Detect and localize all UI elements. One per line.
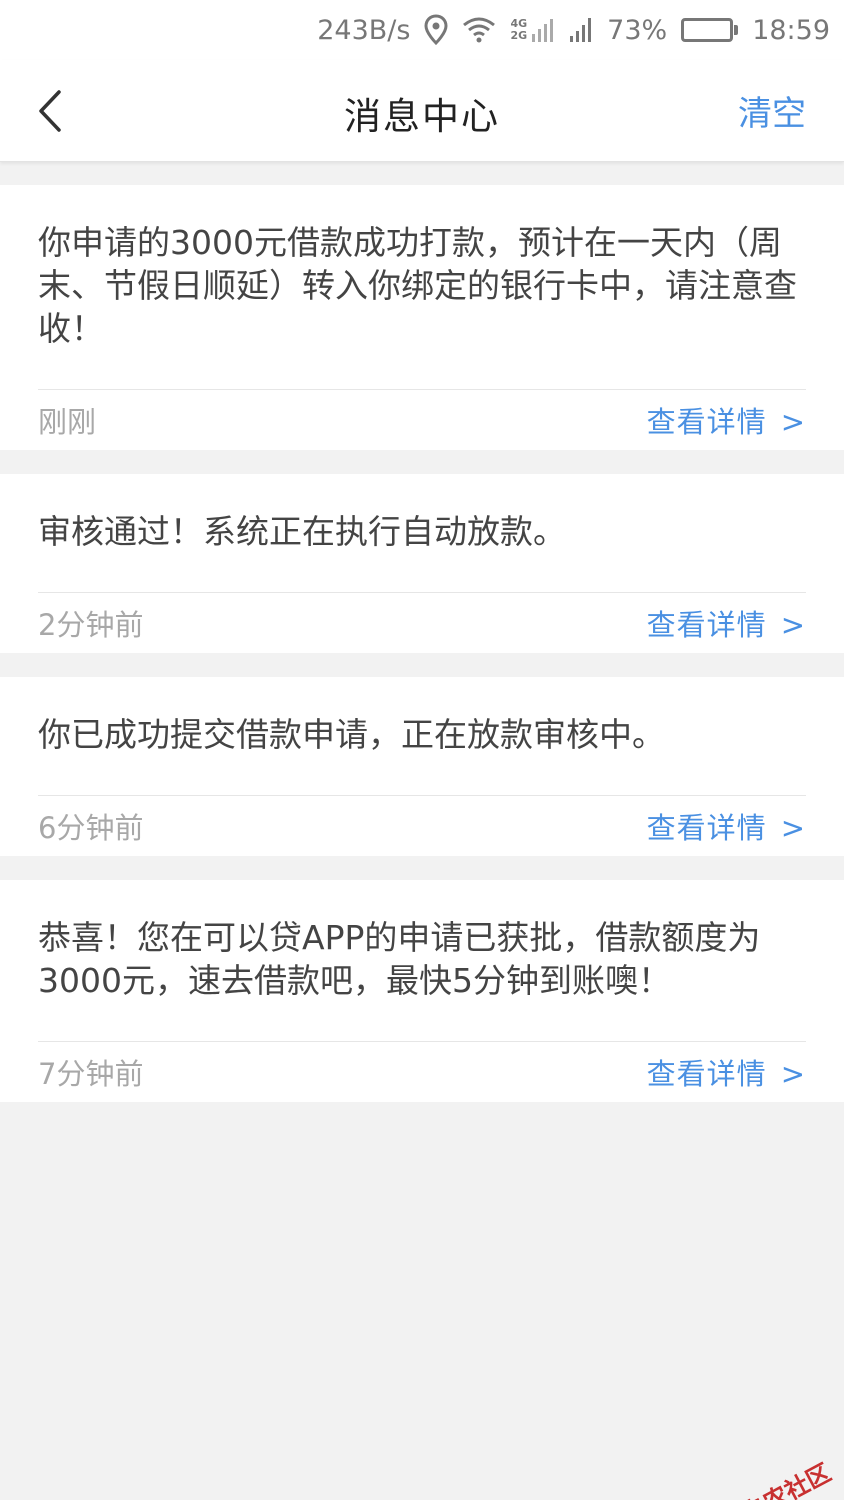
chevron-right-icon: > (780, 811, 806, 845)
view-details-label: 查看详情 (646, 608, 767, 642)
message-time: 6分钟前 (38, 811, 144, 845)
message-footer: 6分钟前 查看详情 > (38, 795, 806, 856)
chevron-right-icon: > (780, 1057, 806, 1091)
message-text: 你已成功提交借款申请，正在放款审核中。 (38, 715, 665, 754)
message-time: 2分钟前 (38, 608, 144, 642)
nav-bar: 消息中心 清空 (0, 60, 844, 162)
view-details-link[interactable]: 查看详情 > (647, 399, 806, 441)
status-bar: 243B/s 4G 2G 73% 18:59 (0, 0, 844, 60)
clock: 18:59 (752, 14, 830, 46)
network-badge-bottom: 2G (510, 29, 528, 42)
message-card: 恭喜！您在可以贷APP的申请已获批，借款额度为3000元，速去借款吧，最快5分钟… (0, 880, 844, 1102)
view-details-label: 查看详情 (646, 1057, 767, 1091)
wifi-icon (462, 16, 496, 44)
message-text: 恭喜！您在可以贷APP的申请已获批，借款额度为3000元，速去借款吧，最快5分钟… (38, 918, 761, 1000)
view-details-label: 查看详情 (646, 811, 767, 845)
watermark-logo: 卡农社区 (707, 1453, 836, 1500)
view-details-label: 查看详情 (646, 405, 767, 439)
net-speed: 243B/s (317, 14, 411, 46)
message-card: 你已成功提交借款申请，正在放款审核中。 6分钟前 查看详情 > (0, 677, 844, 856)
location-icon (424, 14, 448, 46)
chevron-right-icon: > (780, 405, 806, 439)
battery-percent: 73% (607, 14, 668, 46)
chevron-right-icon: > (780, 608, 806, 642)
network-type: 4G 2G (510, 18, 527, 42)
message-text: 审核通过！系统正在执行自动放款。 (38, 512, 566, 551)
message-footer: 刚刚 查看详情 > (38, 389, 806, 450)
message-card: 你申请的3000元借款成功打款，预计在一天内（周末、节假日顺延）转入你绑定的银行… (0, 185, 844, 450)
message-card: 审核通过！系统正在执行自动放款。 2分钟前 查看详情 > (0, 474, 844, 653)
view-details-link[interactable]: 查看详情 > (647, 1051, 806, 1093)
message-time: 7分钟前 (38, 1057, 144, 1091)
message-time: 刚刚 (38, 405, 97, 439)
page-title: 消息中心 (344, 95, 500, 138)
battery-icon (681, 18, 739, 42)
view-details-link[interactable]: 查看详情 > (647, 805, 806, 847)
dual-signal-icon (531, 16, 555, 44)
message-text: 你申请的3000元借款成功打款，预计在一天内（周末、节假日顺延）转入你绑定的银行… (38, 223, 797, 348)
clear-button[interactable]: 清空 (738, 86, 806, 135)
signal-icon (569, 16, 593, 44)
message-footer: 7分钟前 查看详情 > (38, 1041, 806, 1102)
message-list: 你申请的3000元借款成功打款，预计在一天内（周末、节假日顺延）转入你绑定的银行… (0, 185, 844, 1126)
view-details-link[interactable]: 查看详情 > (647, 602, 806, 644)
message-footer: 2分钟前 查看详情 > (38, 592, 806, 653)
watermark-text: 卡农社区 (737, 1458, 836, 1500)
